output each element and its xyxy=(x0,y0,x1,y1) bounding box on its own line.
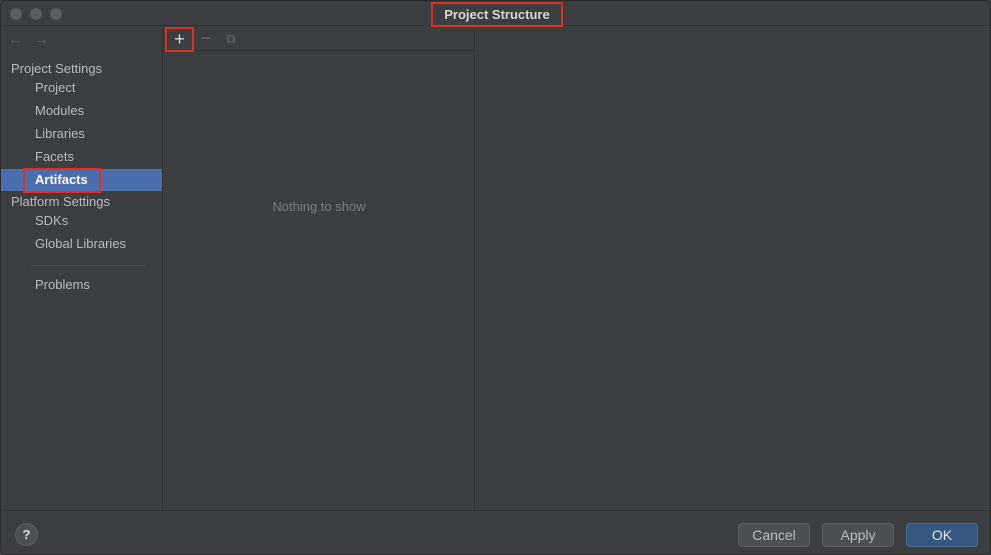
dialog-footer: ? Cancel Apply OK xyxy=(1,510,990,554)
sidebar-item-libraries[interactable]: Libraries xyxy=(1,123,162,145)
sidebar-divider xyxy=(31,265,146,266)
apply-button[interactable]: Apply xyxy=(822,523,894,547)
sidebar-item-label: Project xyxy=(35,80,76,95)
copy-artifact-button[interactable]: ⧉ xyxy=(219,27,243,51)
back-arrow-icon[interactable]: ← xyxy=(8,31,23,48)
remove-artifact-button[interactable]: − xyxy=(194,27,218,51)
sidebar-item-label: Artifacts xyxy=(35,172,88,187)
sidebar-item-label: Facets xyxy=(35,149,75,164)
sidebar-item-sdks[interactable]: SDKs xyxy=(1,210,162,232)
platform-settings-header: Platform Settings xyxy=(11,194,110,209)
artifacts-toolbar: + − ⧉ xyxy=(164,27,474,52)
sidebar-item-label: SDKs xyxy=(35,213,69,228)
minimize-window-button[interactable] xyxy=(30,8,42,20)
ok-button[interactable]: OK xyxy=(906,523,978,547)
sidebar: ← → Project Settings Project Modules Lib… xyxy=(1,27,163,510)
sidebar-item-global-libraries[interactable]: Global Libraries xyxy=(1,233,162,255)
sidebar-item-label: Global Libraries xyxy=(35,236,127,251)
zoom-window-button[interactable] xyxy=(50,8,62,20)
forward-arrow-icon[interactable]: → xyxy=(34,31,49,48)
empty-list-message: Nothing to show xyxy=(272,199,366,214)
window-title: Project Structure xyxy=(431,2,563,27)
close-window-button[interactable] xyxy=(10,8,22,20)
sidebar-item-problems[interactable]: Problems xyxy=(1,274,162,296)
title-bar: Project Structure xyxy=(1,1,990,27)
artifacts-list-panel: + − ⧉ Nothing to show xyxy=(164,27,475,510)
add-artifact-button[interactable]: + xyxy=(165,27,194,52)
sidebar-item-project[interactable]: Project xyxy=(1,77,162,99)
sidebar-item-artifacts[interactable]: Artifacts xyxy=(1,168,162,193)
sidebar-item-label: Modules xyxy=(35,103,85,118)
project-structure-dialog: Project Structure ← → Project Settings P… xyxy=(0,0,991,555)
details-panel xyxy=(476,27,990,510)
sidebar-item-label: Libraries xyxy=(35,126,85,141)
sidebar-item-modules[interactable]: Modules xyxy=(1,100,162,122)
help-icon[interactable]: ? xyxy=(15,523,38,546)
project-settings-header: Project Settings xyxy=(11,61,103,76)
sidebar-item-facets[interactable]: Facets xyxy=(1,146,162,168)
cancel-button[interactable]: Cancel xyxy=(738,523,810,547)
sidebar-item-label: Problems xyxy=(35,277,90,292)
navigation-row: ← → xyxy=(1,27,162,51)
